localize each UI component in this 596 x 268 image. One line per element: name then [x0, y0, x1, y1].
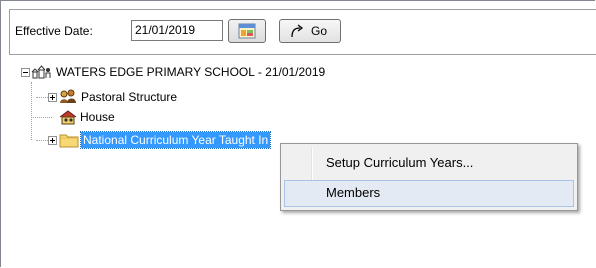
- tree-root-item[interactable]: WATERS EDGE PRIMARY SCHOOL - 21/01/2019: [21, 64, 325, 80]
- tree-connector: [31, 117, 52, 118]
- folder-icon: [59, 134, 79, 148]
- menu-item-setup-curriculum-years[interactable]: Setup Curriculum Years...: [284, 150, 574, 177]
- structure-tree: WATERS EDGE PRIMARY SCHOOL - 21/01/2019 …: [0, 0, 596, 268]
- tree-item-pastoral-structure[interactable]: Pastoral Structure: [48, 89, 177, 105]
- menu-item-members[interactable]: Members: [284, 180, 574, 207]
- tree-connector: [31, 82, 32, 140]
- expand-toggle[interactable]: [48, 92, 57, 102]
- tree-item-label: Pastoral Structure: [81, 90, 178, 104]
- collapse-toggle[interactable]: [21, 67, 30, 77]
- tree-item-label: House: [80, 110, 115, 124]
- expand-toggle[interactable]: [48, 135, 57, 145]
- tree-root-label: WATERS EDGE PRIMARY SCHOOL - 21/01/2019: [56, 65, 326, 79]
- tree-item-national-curriculum-year[interactable]: National Curriculum Year Taught In: [48, 131, 272, 149]
- house-group-icon: [59, 110, 77, 125]
- school-icon: [31, 65, 51, 79]
- tree-item-house[interactable]: House: [52, 109, 115, 125]
- pastoral-group-icon: [60, 89, 76, 103]
- tree-item-label-selected: National Curriculum Year Taught In: [79, 131, 272, 149]
- context-menu: Setup Curriculum Years... Members: [280, 143, 578, 211]
